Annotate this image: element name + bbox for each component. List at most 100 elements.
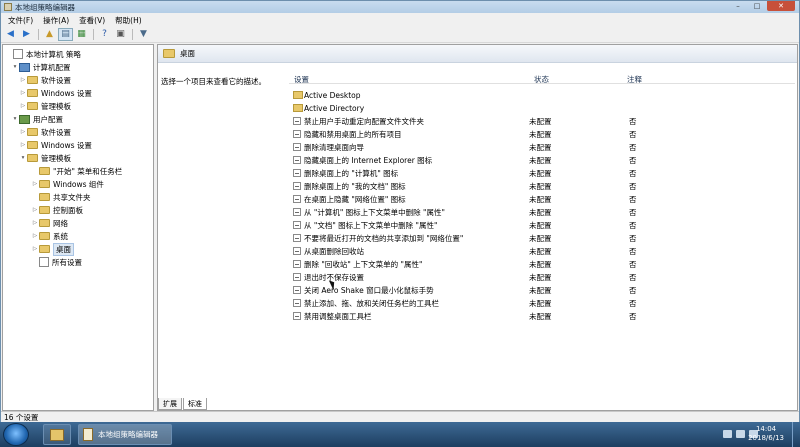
list-item[interactable]: 从 "文档" 图标上下文菜单中删除 "属性" 未配置 否 — [289, 219, 795, 231]
tree-item[interactable]: 共享文件夹 — [31, 191, 91, 203]
policy-setting-icon — [293, 143, 301, 151]
tree-item[interactable]: "开始" 菜单和任务栏 — [31, 165, 122, 177]
tree-item[interactable]: ▷ 桌面 — [31, 242, 74, 256]
folder-icon — [39, 219, 50, 227]
back-arrow-icon[interactable]: ◀ — [3, 28, 18, 41]
folder-icon — [39, 206, 50, 214]
folder-icon — [27, 89, 38, 97]
policy-setting-icon — [293, 221, 301, 229]
list-item[interactable]: 在桌面上隐藏 "网络位置" 图标 未配置 否 — [289, 193, 795, 205]
menu-view[interactable]: 查看(V) — [74, 13, 110, 26]
list-item[interactable]: 删除桌面上的 "我的文档" 图标 未配置 否 — [289, 180, 795, 192]
col-comment[interactable]: 注释 — [627, 74, 642, 85]
folder-icon — [27, 141, 38, 149]
tray-flag-icon[interactable] — [723, 430, 732, 438]
menu-action[interactable]: 操作(A) — [38, 13, 74, 26]
setting-comment: 否 — [629, 155, 637, 165]
list-item[interactable]: 关闭 Aero Shake 窗口最小化鼠标手势 未配置 否 — [289, 284, 795, 296]
properties-icon[interactable]: ▣ — [113, 28, 128, 41]
folder-icon — [27, 128, 38, 136]
tree-item[interactable]: ▷ Windows 设置 — [19, 87, 92, 99]
tree-item[interactable]: ▷ 网络 — [31, 217, 68, 229]
tree-item[interactable]: ▾ 管理模板 — [19, 152, 71, 164]
col-setting[interactable]: 设置 — [294, 74, 309, 85]
setting-name: 删除桌面上的 "我的文档" 图标 — [304, 181, 406, 191]
list-item[interactable]: 退出时不保存设置 未配置 否 — [289, 271, 795, 283]
expander-icon[interactable]: ▾ — [19, 155, 27, 161]
tree-item-label: 管理模板 — [41, 101, 71, 111]
up-folder-icon[interactable]: ▲ — [42, 28, 57, 41]
expander-icon[interactable]: ▷ — [31, 233, 39, 239]
expander-icon[interactable]: ▾ — [11, 64, 19, 70]
tree-item[interactable]: 所有设置 — [31, 256, 82, 268]
tree-item[interactable]: 本地计算机 策略 — [5, 48, 81, 60]
tree-item[interactable]: ▷ 系统 — [31, 230, 68, 242]
expander-icon[interactable]: ▷ — [31, 246, 39, 252]
expander-icon[interactable]: ▾ — [11, 116, 19, 122]
start-button[interactable] — [3, 423, 29, 446]
setting-state: 未配置 — [529, 129, 552, 139]
taskbar-gpedit-button[interactable]: 本地组策略编辑器 — [78, 424, 172, 445]
maximize-button[interactable]: □ — [748, 1, 766, 11]
expander-icon[interactable]: ▷ — [19, 90, 27, 96]
expander-icon[interactable]: ▷ — [19, 142, 27, 148]
setting-name: 从桌面删除回收站 — [304, 246, 364, 256]
list-item[interactable]: 隐藏桌面上的 Internet Explorer 图标 未配置 否 — [289, 154, 795, 166]
list-item[interactable]: 隐藏和禁用桌面上的所有项目 未配置 否 — [289, 128, 795, 140]
tree-item[interactable]: ▷ Windows 组件 — [31, 178, 104, 190]
help-icon[interactable]: ? — [97, 28, 112, 41]
list-item[interactable]: 删除桌面上的 "计算机" 图标 未配置 否 — [289, 167, 795, 179]
clock[interactable]: 14:04 2018/6/13 — [748, 425, 784, 443]
title-bar[interactable]: 本地组策略编辑器 – □ ✕ — [1, 1, 799, 13]
list-item[interactable]: 删除 "回收站" 上下文菜单的 "属性" 未配置 否 — [289, 258, 795, 270]
list-item[interactable]: 删除清理桌面向导 未配置 否 — [289, 141, 795, 153]
tree-pane: 本地计算机 策略 ▾ 计算机配置 ▷ 软件设置 ▷ Windows 设置 ▷ 管理模板 ▾ 用户配置… — [2, 44, 154, 411]
tree-item[interactable]: ▷ 管理模板 — [19, 100, 71, 112]
folder-icon — [27, 102, 38, 110]
settings-icon — [39, 257, 49, 267]
tree-item[interactable]: ▷ Windows 设置 — [19, 139, 92, 151]
tree-item[interactable]: ▾ 用户配置 — [11, 113, 63, 125]
list-item[interactable]: 禁止用户手动重定向配置文件文件夹 未配置 否 — [289, 115, 795, 127]
expander-icon[interactable]: ▷ — [31, 207, 39, 213]
show-tree-icon[interactable]: ▤ — [58, 27, 73, 41]
folder-icon — [163, 49, 175, 58]
tray-network-icon[interactable] — [736, 430, 745, 438]
filter-icon[interactable]: ▼ — [136, 28, 151, 41]
expander-icon[interactable]: ▷ — [19, 103, 27, 109]
tree-item-label: 桌面 — [53, 242, 74, 256]
list-item[interactable]: Active Desktop — [289, 89, 795, 101]
expander-icon[interactable]: ▷ — [19, 77, 27, 83]
tree-item[interactable]: ▷ 软件设置 — [19, 126, 71, 138]
tree-item[interactable]: ▷ 软件设置 — [19, 74, 71, 86]
tree-item-label: 用户配置 — [33, 114, 63, 124]
menu-help[interactable]: 帮助(H) — [110, 13, 147, 26]
export-list-icon[interactable]: ▦ — [74, 28, 89, 41]
setting-state: 未配置 — [529, 116, 552, 126]
col-state[interactable]: 状态 — [534, 74, 549, 85]
show-desktop-button[interactable] — [792, 422, 800, 447]
close-button[interactable]: ✕ — [767, 1, 795, 11]
forward-arrow-icon[interactable]: ▶ — [19, 28, 34, 41]
expander-icon[interactable]: ▷ — [19, 129, 27, 135]
list-item[interactable]: 不要将最近打开的文档的共享添加到 "网络位置" 未配置 否 — [289, 232, 795, 244]
list-item[interactable]: 从桌面删除回收站 未配置 否 — [289, 245, 795, 257]
menu-bar: 文件(F) 操作(A) 查看(V) 帮助(H) — [1, 13, 799, 26]
list-item[interactable]: Active Directory — [289, 102, 795, 114]
taskbar-explorer-button[interactable] — [43, 424, 71, 445]
tree-item[interactable]: ▾ 计算机配置 — [11, 61, 71, 73]
setting-name: 禁止用户手动重定向配置文件文件夹 — [304, 116, 424, 126]
setting-state: 未配置 — [529, 181, 552, 191]
list-item[interactable]: 禁用调整桌面工具栏 未配置 否 — [289, 310, 795, 322]
tree-item[interactable]: ▷ 控制面板 — [31, 204, 83, 216]
menu-file[interactable]: 文件(F) — [3, 13, 38, 26]
tree-item-label: 软件设置 — [41, 127, 71, 137]
tab-standard[interactable]: 标准 — [183, 398, 207, 410]
expander-icon[interactable]: ▷ — [31, 181, 39, 187]
list-item[interactable]: 禁止添加、拖、放和关闭任务栏的工具栏 未配置 否 — [289, 297, 795, 309]
minimize-button[interactable]: – — [729, 1, 747, 11]
tab-extended[interactable]: 扩展 — [158, 398, 182, 410]
expander-icon[interactable]: ▷ — [31, 220, 39, 226]
list-item[interactable]: 从 "计算机" 图标上下文菜单中删除 "属性" 未配置 否 — [289, 206, 795, 218]
setting-state: 未配置 — [529, 233, 552, 243]
